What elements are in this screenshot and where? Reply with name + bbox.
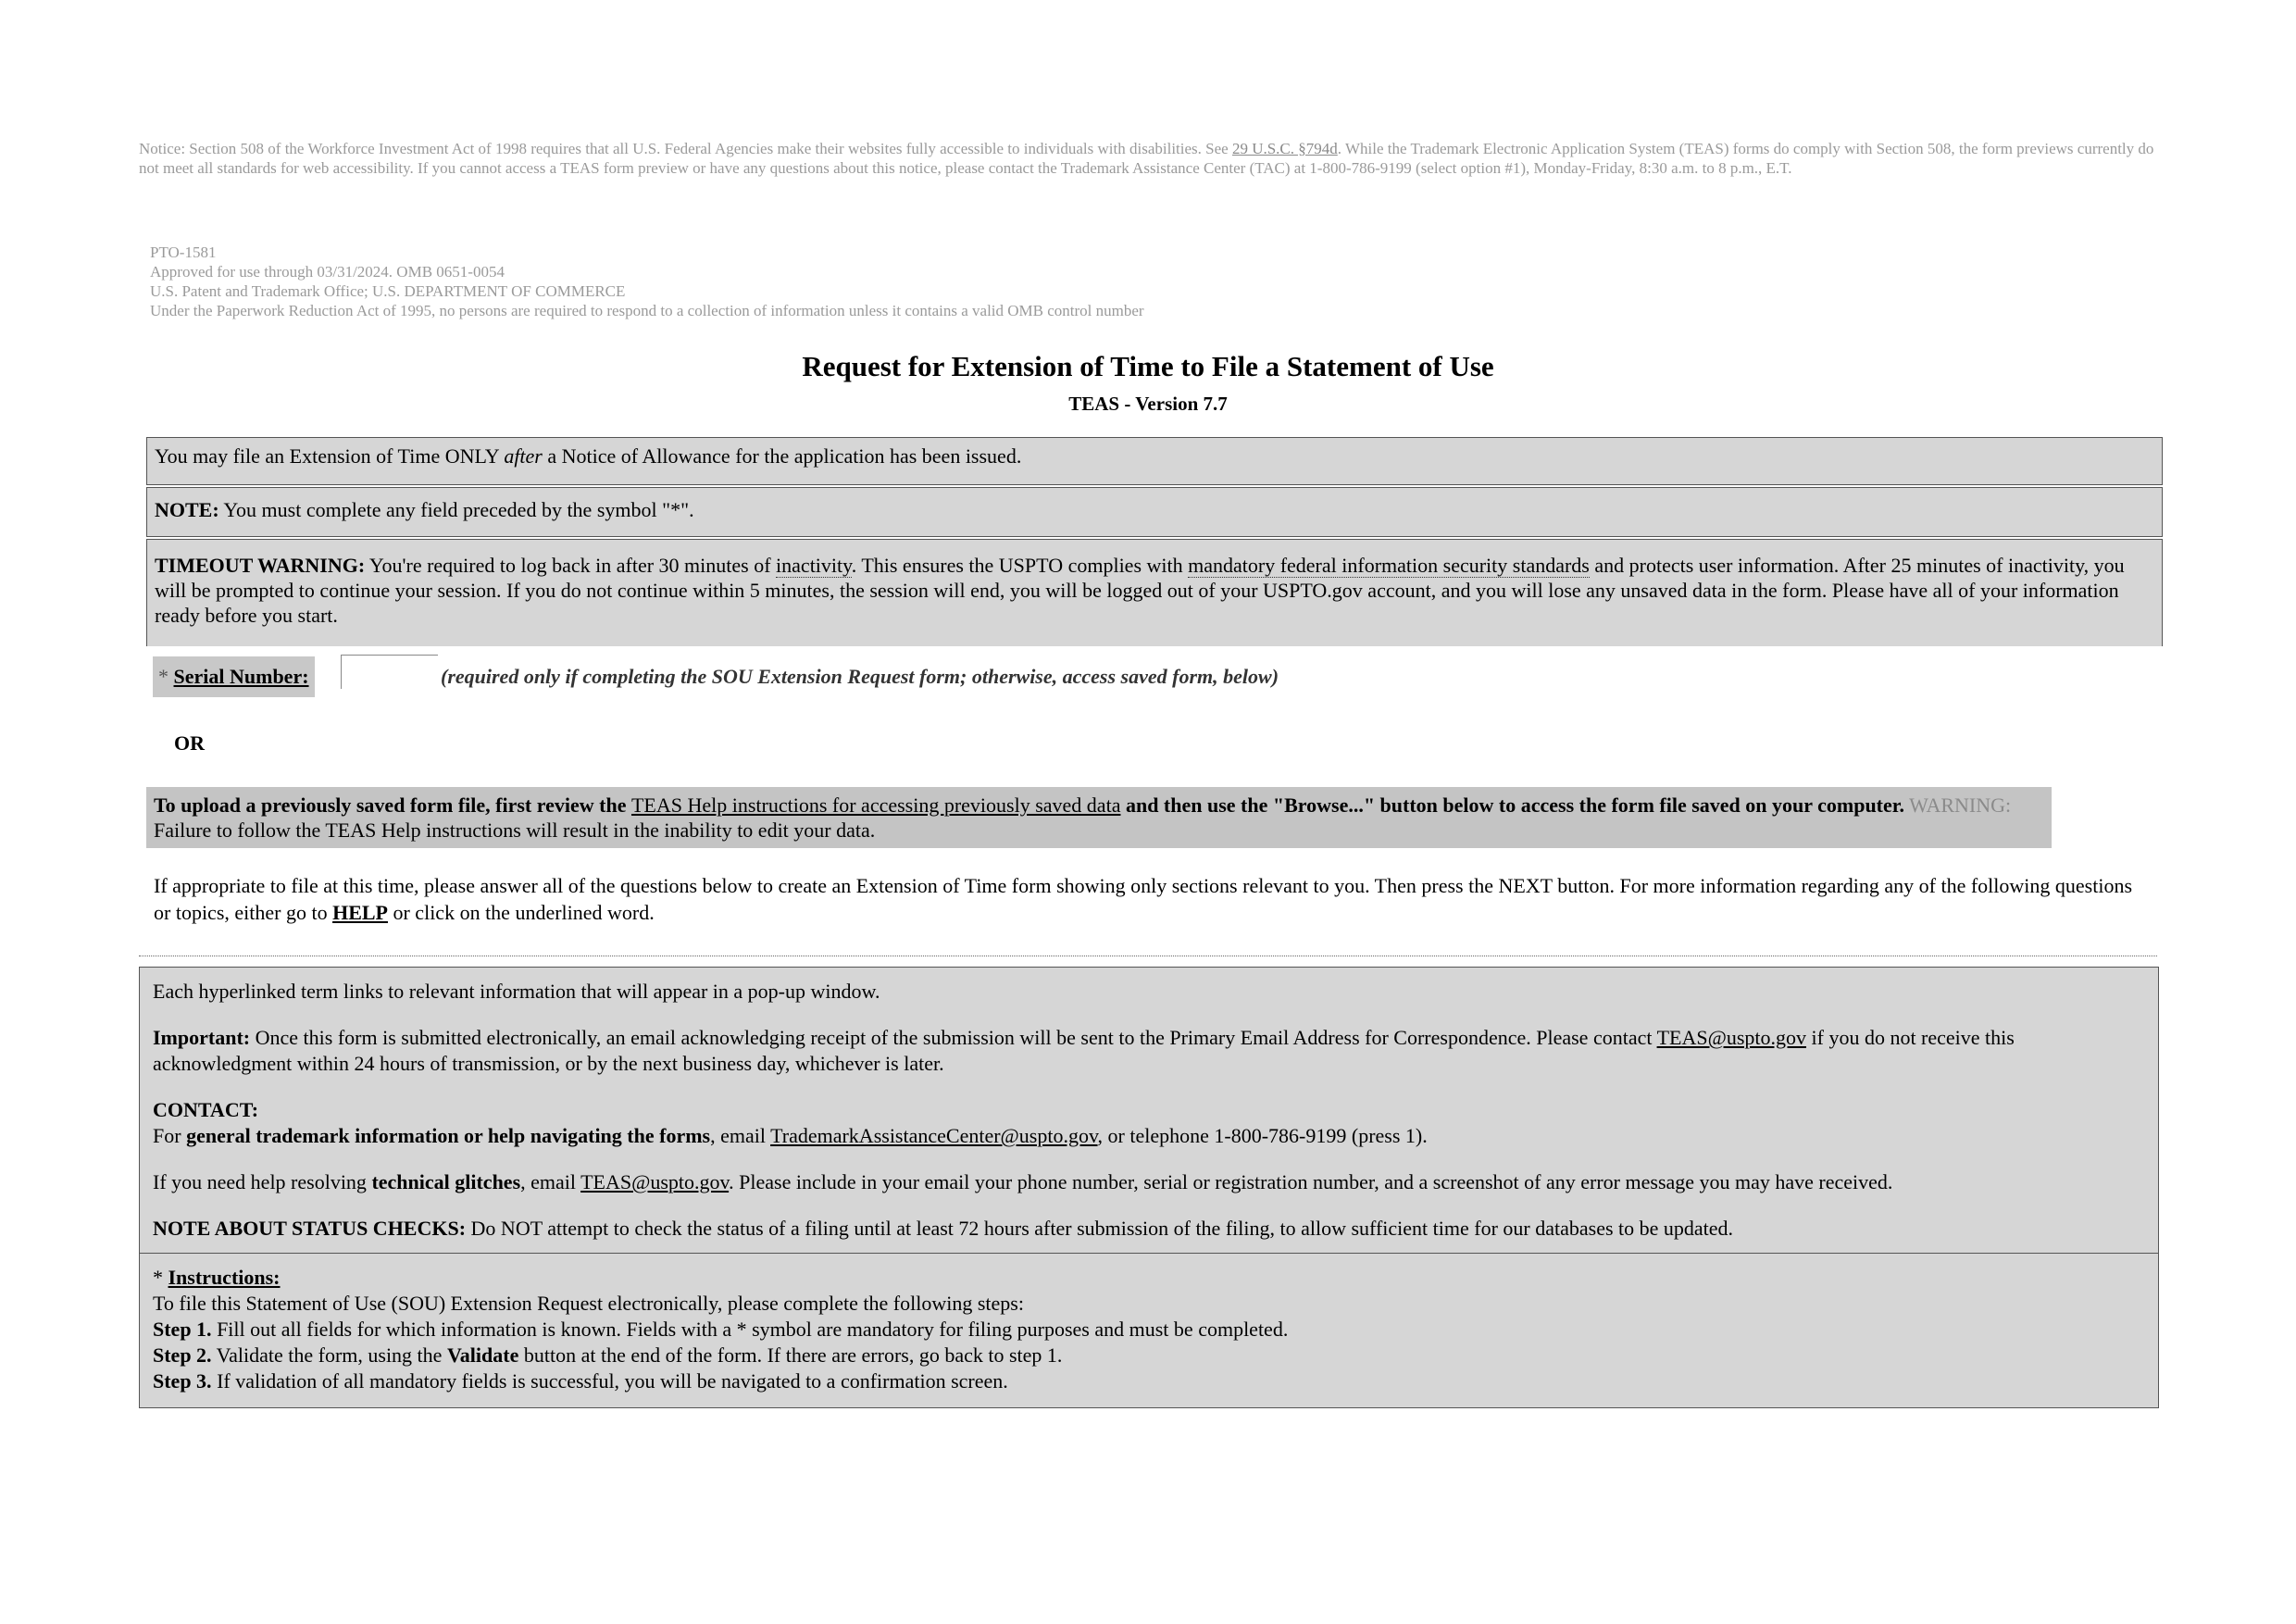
inactivity-link[interactable]: inactivity: [776, 554, 852, 578]
tech-text: If you need help resolving: [153, 1170, 372, 1193]
form-number: PTO-1581: [150, 244, 217, 261]
omb-approval: Approved for use through 03/31/2024. OMB…: [150, 263, 505, 281]
serial-number-label: * Serial Number:: [153, 656, 315, 697]
tech-text-2: , email: [520, 1170, 581, 1193]
security-standards-link[interactable]: mandatory federal information security s…: [1188, 554, 1590, 578]
status-text: Do NOT attempt to check the status of a …: [466, 1217, 1734, 1240]
usc-link[interactable]: 29 U.S.C. §794d: [1232, 140, 1338, 157]
serial-number-input[interactable]: [341, 655, 438, 689]
status-label: NOTE ABOUT STATUS CHECKS:: [153, 1217, 467, 1240]
help-link[interactable]: HELP: [332, 901, 388, 924]
instructions-link[interactable]: Instructions:: [168, 1266, 281, 1289]
required-mark: *: [158, 665, 174, 688]
warning-text: Failure to follow the TEAS Help instruct…: [154, 818, 876, 842]
instructions-heading: * Instructions:: [153, 1265, 2145, 1291]
timeout-text-2: . This ensures the USPTO complies with: [851, 554, 1189, 577]
note-text: You must complete any field preceded by …: [218, 498, 694, 521]
important-text: Once this form is submitted electronical…: [250, 1026, 1657, 1049]
step-label: Step 3.: [153, 1369, 212, 1393]
hyperlink-note: Each hyperlinked term links to relevant …: [153, 980, 880, 1003]
step-2: Step 2. Validate the form, using the Val…: [153, 1343, 2145, 1368]
warning-label: WARNING:: [1904, 793, 2012, 817]
upload-text-2: and then use the "Browse..." button belo…: [1120, 793, 1905, 817]
accessibility-notice: Notice: Section 508 of the Workforce Inv…: [139, 139, 2157, 178]
intro-text-2: or click on the underlined word.: [387, 901, 655, 924]
timeout-text: You're required to log back in after 30 …: [365, 554, 777, 577]
notice-text: Notice: Section 508 of the Workforce Inv…: [139, 140, 1232, 157]
instructions-intro: To file this Statement of Use (SOU) Exte…: [153, 1292, 1024, 1315]
step-text: If validation of all mandatory fields is…: [211, 1369, 1008, 1393]
important-note: Important: Once this form is submitted e…: [153, 1025, 2145, 1077]
teas-email-link[interactable]: TEAS@uspto.gov: [1657, 1026, 1806, 1049]
allowance-emphasis: after: [504, 444, 543, 468]
status-check-note: NOTE ABOUT STATUS CHECKS: Do NOT attempt…: [153, 1216, 2145, 1242]
agency: U.S. Patent and Trademark Office; U.S. D…: [150, 282, 626, 300]
tac-email-link[interactable]: TrademarkAssistanceCenter@uspto.gov: [770, 1124, 1097, 1147]
contact-bold: general trademark information or help na…: [186, 1124, 711, 1147]
validate-reference: Validate: [446, 1343, 519, 1367]
or-divider: OR: [174, 731, 205, 755]
serial-number-link[interactable]: Serial Number:: [174, 665, 309, 688]
note-label: NOTE:: [155, 498, 219, 521]
required-mark: *: [153, 1266, 168, 1289]
tech-text-3: . Please include in your email your phon…: [729, 1170, 1893, 1193]
step-text: Fill out all fields for which informatio…: [211, 1318, 1289, 1341]
page-title: Request for Extension of Time to File a …: [802, 350, 1494, 382]
paperwork-notice: Under the Paperwork Reduction Act of 199…: [150, 302, 1144, 319]
important-label: Important:: [153, 1026, 251, 1049]
page-subtitle: TEAS - Version 7.7: [1068, 393, 1228, 415]
info-box: Each hyperlinked term links to relevant …: [139, 967, 2159, 1408]
instructions-section: * Instructions: To file this Statement o…: [140, 1253, 2158, 1407]
contact-text-3: , or telephone 1-800-786-9199 (press 1).: [1097, 1124, 1428, 1147]
teas-email-link-2[interactable]: TEAS@uspto.gov: [580, 1170, 729, 1193]
timeout-warning: TIMEOUT WARNING: You're required to log …: [146, 539, 2163, 646]
tech-bold: technical glitches: [371, 1170, 521, 1193]
omb-block: PTO-1581 Approved for use through 03/31/…: [150, 243, 1631, 320]
allowance-text: You may file an Extension of Time ONLY: [155, 444, 505, 468]
contact-text: For: [153, 1124, 187, 1147]
teas-help-saved-data-link[interactable]: TEAS Help instructions for accessing pre…: [631, 793, 1120, 817]
allowance-notice: You may file an Extension of Time ONLY a…: [146, 437, 2163, 485]
upload-text: To upload a previously saved form file, …: [154, 793, 631, 817]
step-text: Validate the form, using the: [211, 1343, 447, 1367]
step-label: Step 1.: [153, 1318, 212, 1341]
required-field-note: NOTE: You must complete any field preced…: [146, 487, 2163, 537]
contact-text-2: , email: [710, 1124, 771, 1147]
step-label: Step 2.: [153, 1343, 212, 1367]
step-text-2: button at the end of the form. If there …: [518, 1343, 1063, 1367]
intro-paragraph: If appropriate to file at this time, ple…: [154, 872, 2135, 926]
step-3: Step 3. If validation of all mandatory f…: [153, 1368, 2145, 1394]
upload-saved-form-notice: To upload a previously saved form file, …: [146, 787, 2052, 848]
contact-label: CONTACT:: [153, 1098, 259, 1121]
contact-section: CONTACT: For general trademark informati…: [153, 1097, 2145, 1149]
step-1: Step 1. Fill out all fields for which in…: [153, 1317, 2145, 1343]
serial-number-hint: (required only if completing the SOU Ext…: [441, 665, 1279, 688]
allowance-text-cont: a Notice of Allowance for the applicatio…: [542, 444, 1022, 468]
technical-help: If you need help resolving technical gli…: [153, 1169, 2145, 1195]
timeout-label: TIMEOUT WARNING:: [155, 554, 366, 577]
